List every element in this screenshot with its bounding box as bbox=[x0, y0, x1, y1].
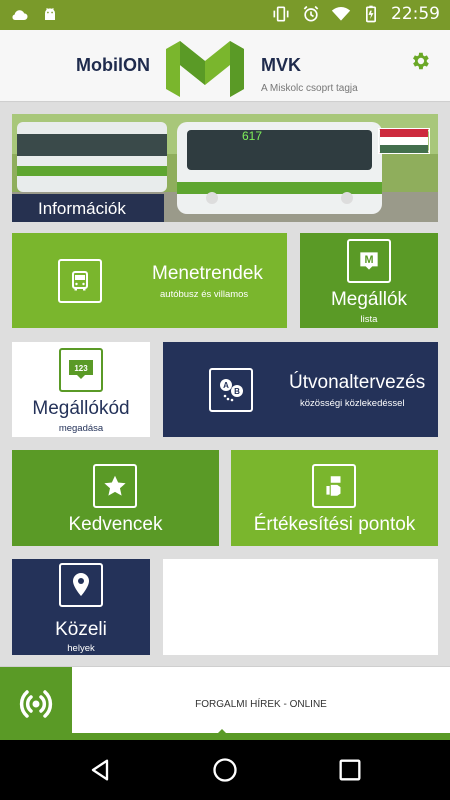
ticket-hand-icon bbox=[312, 464, 356, 508]
info-banner[interactable]: 617 Információk bbox=[12, 114, 438, 222]
stop-code-tile[interactable]: 123 Megállókód megadása bbox=[12, 342, 150, 437]
empty-tile bbox=[163, 559, 438, 655]
news-label: FORGALMI HÍREK - ONLINE bbox=[195, 699, 327, 710]
svg-text:617: 617 bbox=[242, 129, 262, 143]
wifi-icon bbox=[331, 7, 351, 21]
status-bar: 22:59 bbox=[0, 0, 450, 30]
nearby-title: Közeli bbox=[55, 619, 107, 640]
timetables-tile[interactable]: Menetrendek autóbusz és villamos bbox=[12, 233, 287, 328]
brand-subtitle: A Miskolc csoprt tagja bbox=[261, 83, 358, 94]
nearby-tile[interactable]: Közeli helyek bbox=[12, 559, 150, 655]
stop-code-subtitle: megadása bbox=[58, 423, 104, 434]
route-planner-title: Útvonaltervezés bbox=[289, 372, 426, 393]
stops-subtitle: lista bbox=[360, 314, 378, 325]
favorites-tile[interactable]: Kedvencek bbox=[12, 450, 219, 546]
stops-tile[interactable]: M Megállók lista bbox=[300, 233, 438, 328]
route-planner-tile[interactable]: AB Útvonaltervezés közösségi közlekedéss… bbox=[163, 342, 438, 437]
star-icon bbox=[93, 464, 137, 508]
route-planner-subtitle: közösségi közlekedéssel bbox=[300, 398, 405, 409]
recents-icon[interactable] bbox=[336, 756, 364, 784]
banner-label: Információk bbox=[12, 194, 164, 222]
sales-points-title: Értékesítési pontok bbox=[253, 514, 416, 535]
code-123-label: 123 bbox=[74, 364, 88, 373]
alarm-icon bbox=[303, 5, 319, 22]
stop-code-title: Megállókód bbox=[32, 398, 130, 419]
main-content: 617 Információk Menetrendek autóbusz és … bbox=[0, 103, 450, 666]
timetables-title: Menetrendek bbox=[152, 263, 263, 284]
cloud-icon bbox=[12, 10, 28, 20]
location-pin-icon bbox=[59, 563, 103, 607]
news-underline bbox=[0, 733, 450, 740]
system-nav-bar bbox=[0, 740, 450, 800]
gear-icon[interactable] bbox=[409, 50, 431, 72]
svg-text:M: M bbox=[364, 254, 373, 266]
hungarian-flag[interactable] bbox=[378, 128, 430, 154]
brand-mobilon: MobilON bbox=[76, 55, 150, 75]
mvk-logo bbox=[166, 41, 244, 97]
favorites-title: Kedvencek bbox=[68, 514, 163, 535]
bus-icon bbox=[58, 259, 102, 303]
android-icon bbox=[45, 7, 55, 20]
back-icon[interactable] bbox=[86, 756, 114, 784]
clock: 22:59 bbox=[391, 4, 440, 24]
code-123-icon: 123 bbox=[59, 348, 103, 392]
app-header: MobilON MVK A Miskolc csoprt tagja bbox=[0, 30, 450, 102]
battery-icon bbox=[366, 5, 376, 23]
svg-text:B: B bbox=[234, 387, 240, 396]
svg-text:A: A bbox=[223, 381, 229, 390]
broadcast-icon[interactable] bbox=[0, 667, 72, 741]
vibrate-icon bbox=[273, 6, 289, 22]
sales-points-tile[interactable]: Értékesítési pontok bbox=[231, 450, 438, 546]
stops-title: Megállók bbox=[330, 289, 408, 310]
stop-marker-icon: M bbox=[347, 239, 391, 283]
route-ab-icon: AB bbox=[209, 368, 253, 412]
nearby-subtitle: helyek bbox=[67, 643, 95, 654]
timetables-subtitle: autóbusz és villamos bbox=[160, 289, 249, 300]
news-bar[interactable]: FORGALMI HÍREK - ONLINE bbox=[0, 666, 450, 741]
home-icon[interactable] bbox=[211, 756, 239, 784]
brand-mvk: MVK bbox=[261, 55, 301, 75]
